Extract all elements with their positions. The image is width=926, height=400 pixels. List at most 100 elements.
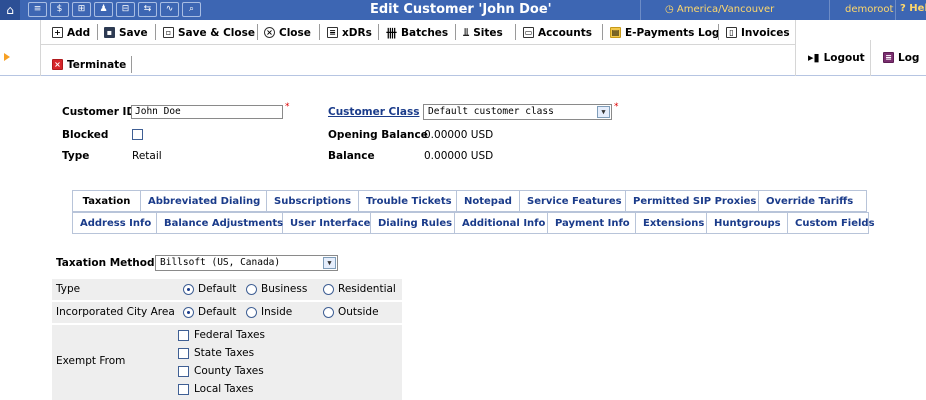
epayments-icon: ▤ (610, 27, 621, 38)
save-button[interactable]: ▪ Save (104, 24, 148, 41)
customer-id-label: Customer ID (62, 106, 136, 118)
city-area-inside-radio[interactable]: Inside (246, 306, 292, 318)
close-icon: × (264, 27, 275, 38)
home-icon[interactable]: ⌂ (0, 0, 20, 20)
tab-service-features[interactable]: Service Features (520, 191, 626, 211)
tax-type-residential-radio[interactable]: Residential (323, 283, 396, 295)
tab-permitted-sip-proxies[interactable]: Permitted SIP Proxies (626, 191, 759, 211)
toolbar-separator (718, 24, 719, 40)
radio-icon (246, 306, 257, 318)
accounts-icon: ▭ (523, 27, 534, 38)
tab-abbreviated-dialing[interactable]: Abbreviated Dialing (141, 191, 267, 211)
transfer-icon[interactable]: ⇆ (138, 2, 157, 17)
dollar-icon[interactable]: $ (50, 2, 69, 17)
tab-huntgroups[interactable]: Huntgroups (707, 213, 788, 233)
state-taxes-checkbox[interactable]: State Taxes (178, 347, 254, 359)
county-taxes-checkbox[interactable]: County Taxes (178, 365, 264, 377)
toolbar-separator (319, 24, 320, 40)
blocked-checkbox[interactable] (132, 129, 143, 140)
plus-icon: + (52, 27, 63, 38)
toolbar-divider (40, 20, 41, 76)
invoices-icon: ▯ (726, 27, 737, 38)
search-icon[interactable]: ⌕ (182, 2, 201, 17)
doc-icon[interactable]: ⊟ (116, 2, 135, 17)
tab-override-tariffs[interactable]: Override Tariffs (759, 191, 866, 211)
clock-icon: ◷ (665, 4, 674, 15)
tab-address-info[interactable]: Address Info (73, 213, 157, 233)
type-value: Retail (132, 150, 162, 162)
toolbar-separator (378, 24, 379, 40)
tab-dialing-rules[interactable]: Dialing Rules (371, 213, 455, 233)
tab-notepad[interactable]: Notepad (457, 191, 520, 211)
tab-balance-adjustments[interactable]: Balance Adjustments (157, 213, 283, 233)
xdrs-button[interactable]: ≡ xDRs (327, 24, 372, 41)
exempt-from-row: Exempt From Federal Taxes State Taxes Co… (52, 325, 402, 400)
sites-icon: ⫫ (463, 25, 470, 39)
terminate-icon: × (52, 59, 63, 70)
tab-user-interface[interactable]: User Interface (283, 213, 371, 233)
toolbar-separator (155, 24, 156, 40)
toolbar-separator (515, 24, 516, 40)
exempt-from-label: Exempt From (56, 355, 126, 367)
radio-icon (323, 306, 334, 318)
help-link[interactable]: ? Help (900, 3, 926, 14)
batches-button[interactable]: 卌 Batches (386, 24, 448, 41)
accounts-button[interactable]: ▭ Accounts (523, 24, 592, 41)
city-area-outside-label: Outside (338, 306, 379, 318)
sites-button[interactable]: ⫫ Sites (463, 24, 503, 41)
type-label: Type (62, 150, 90, 162)
local-taxes-checkbox[interactable]: Local Taxes (178, 383, 253, 395)
log-button[interactable]: ≡ Log (883, 49, 919, 66)
toolbar-separator (97, 24, 98, 40)
invoices-label: Invoices (741, 26, 790, 39)
city-area-default-radio[interactable]: Default (183, 306, 236, 318)
checkbox-icon (178, 347, 189, 359)
tab-additional-info[interactable]: Additional Info (455, 213, 548, 233)
person-icon[interactable]: ♟ (94, 2, 113, 17)
tax-type-default-label: Default (198, 283, 237, 295)
customer-id-input[interactable]: John Doe (131, 105, 283, 119)
tab-custom-fields[interactable]: Custom Fields (788, 213, 875, 233)
logout-label: Logout (823, 51, 865, 64)
current-user[interactable]: demoroot (845, 4, 893, 15)
toolbar-separator (602, 24, 603, 40)
chevron-down-icon: ▼ (597, 106, 610, 118)
federal-taxes-checkbox[interactable]: Federal Taxes (178, 329, 265, 341)
tax-type-label: Type (56, 283, 81, 295)
xdr-list-icon: ≡ (327, 27, 338, 38)
customer-class-value: Default customer class (428, 106, 554, 117)
radio-icon (246, 283, 257, 295)
help-label: Help (909, 3, 926, 14)
balance-value: 0.00000 USD (424, 150, 494, 162)
logout-button[interactable]: ▸▮ Logout (808, 49, 865, 66)
tab-payment-info[interactable]: Payment Info (548, 213, 636, 233)
tab-trouble-tickets[interactable]: Trouble Tickets (359, 191, 457, 211)
taxation-method-select[interactable]: Billsoft (US, Canada) ▼ (155, 255, 338, 271)
tax-type-business-radio[interactable]: Business (246, 283, 307, 295)
tab-row-2: Address Info Balance Adjustments User In… (72, 212, 875, 234)
terminate-button[interactable]: × Terminate (52, 56, 126, 73)
add-button[interactable]: + Add (52, 24, 90, 41)
invoices-button[interactable]: ▯ Invoices (726, 24, 790, 41)
grid-icon[interactable]: ⊞ (72, 2, 91, 17)
radio-selected-icon (183, 283, 194, 295)
timezone-label: America/Vancouver (676, 4, 775, 15)
timezone-link[interactable]: ◷ America/Vancouver (665, 4, 774, 15)
save-close-button[interactable]: ▫ Save & Close (163, 24, 255, 41)
toolbar-separator (257, 24, 258, 40)
toolbar-expand-arrow-icon[interactable] (4, 53, 10, 61)
tax-type-default-radio[interactable]: Default (183, 283, 236, 295)
customer-class-select[interactable]: Default customer class ▼ (423, 104, 612, 120)
tab-subscriptions[interactable]: Subscriptions (267, 191, 359, 211)
list-icon[interactable]: ≡ (28, 2, 47, 17)
tab-extensions[interactable]: Extensions (636, 213, 707, 233)
epayments-log-button[interactable]: ▤ E-Payments Log (610, 24, 719, 41)
add-label: Add (67, 26, 91, 39)
taxation-method-value: Billsoft (US, Canada) (160, 257, 281, 268)
customer-class-link[interactable]: Customer Class (328, 106, 419, 118)
chart-icon[interactable]: ∿ (160, 2, 179, 17)
toolbar: + Add ▪ Save ▫ Save & Close × Close ≡ xD… (0, 20, 926, 76)
close-button[interactable]: × Close (264, 24, 311, 41)
tab-taxation[interactable]: Taxation (73, 191, 141, 211)
city-area-outside-radio[interactable]: Outside (323, 306, 379, 318)
